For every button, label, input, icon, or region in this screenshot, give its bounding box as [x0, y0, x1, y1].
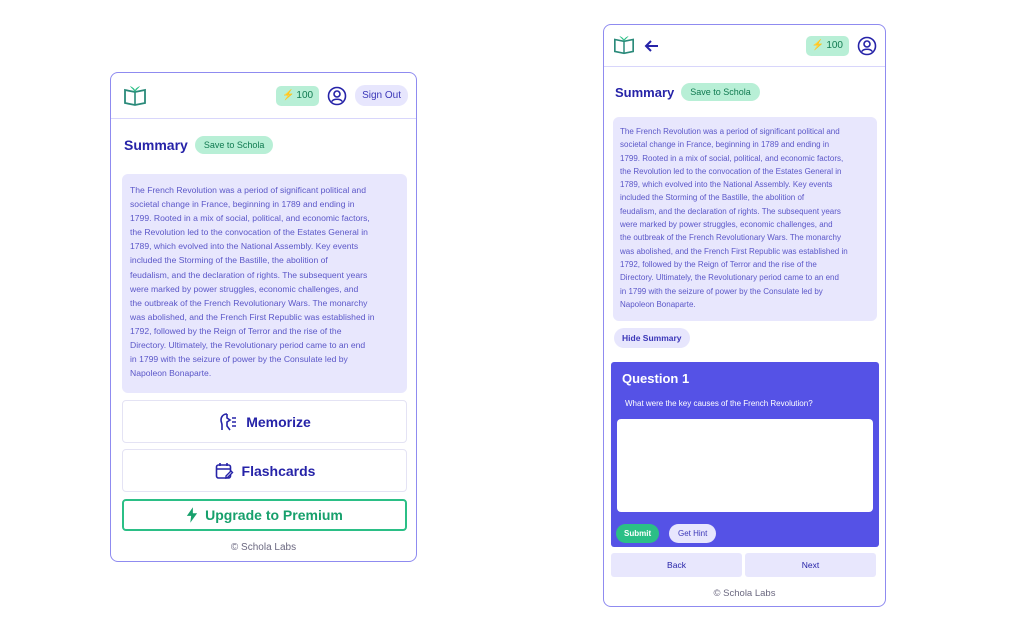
footer-copyright: © Schola Labs [713, 588, 776, 599]
summary-line: societal change in France, beginning in … [130, 199, 355, 210]
bolt-icon: ⚡ [811, 40, 825, 51]
next-button[interactable]: Next [745, 553, 876, 577]
submit-button[interactable]: Submit [616, 524, 660, 543]
summary-line: The French Revolution was a period of si… [130, 185, 366, 195]
back-button[interactable]: Back [611, 553, 742, 577]
summary-line: included the Storming of the Bastille, t… [620, 193, 805, 203]
summary-line: 1799. Rooted in a mix of social, politic… [130, 213, 370, 224]
question-text: What were the key causes of the French R… [625, 399, 813, 408]
summary-line: the Revolution led to the convocation of… [130, 227, 368, 238]
book-logo-icon [613, 34, 637, 58]
summary-text-box: The French Revolution was a period of si… [613, 117, 877, 321]
summary-line: 1789, which evolved into the National As… [620, 180, 833, 190]
flashcards-button[interactable]: Flashcards [122, 449, 407, 492]
credits-count: 100 [826, 40, 843, 51]
premium-label: Upgrade to Premium [205, 507, 343, 523]
credits-badge: ⚡ 100 [805, 35, 849, 56]
summary-line: feudalism, and the declaration of rights… [620, 206, 841, 216]
hide-summary-button[interactable]: Hide Summary [614, 328, 690, 348]
summary-line: The French Revolution was a period of si… [620, 127, 840, 136]
header: ⚡ 100 Sign Out [111, 73, 416, 119]
upgrade-premium-button[interactable]: Upgrade to Premium [122, 499, 407, 531]
summary-line: in 1799 with the seizure of power by the… [620, 286, 823, 296]
extension-panel-quiz: ⚡ 100 Summary Save to Schola The French … [603, 24, 886, 607]
get-hint-button[interactable]: Get Hint [669, 524, 717, 543]
summary-line: Napoleon Bonaparte. [130, 368, 212, 379]
summary-line: 1799. Rooted in a mix of social, politic… [620, 153, 844, 163]
summary-title: Summary [615, 84, 675, 100]
summary-line: the outbreak of the French Revolutionary… [620, 233, 841, 243]
user-icon[interactable] [857, 36, 877, 56]
summary-line: the outbreak of the French Revolutionary… [130, 297, 368, 308]
summary-line: in 1799 with the seizure of power by the… [130, 354, 348, 365]
flashcards-label: Flashcards [241, 462, 316, 479]
question-title: Question 1 [622, 371, 690, 386]
summary-line: was abolished, and the French First Repu… [620, 246, 848, 256]
save-to-schola-button[interactable]: Save to Schola [194, 136, 274, 154]
summary-line: was abolished, and the French First Repu… [130, 311, 375, 322]
bolt-icon: ⚡ [281, 90, 295, 101]
memorize-label: Memorize [246, 413, 311, 430]
answer-input[interactable] [617, 419, 873, 512]
credits-badge: ⚡ 100 [275, 85, 320, 106]
summary-line: 1792, followed by the Reign of Terror an… [130, 325, 342, 336]
summary-line: were marked by power struggles, economic… [130, 283, 359, 294]
summary-line: feudalism, and the declaration of rights… [130, 269, 368, 280]
user-icon[interactable] [327, 86, 347, 106]
summary-header: Summary Save to Schola [124, 136, 274, 154]
summary-line: societal change in France, beginning in … [620, 140, 830, 150]
summary-line: 1789, which evolved into the National As… [130, 241, 359, 252]
back-arrow-icon[interactable] [643, 37, 661, 55]
summary-line: Directory. Ultimately, the Revolutionary… [130, 340, 366, 351]
summary-title: Summary [124, 137, 188, 153]
summary-line: were marked by power struggles, economic… [620, 220, 833, 230]
extension-panel-main: ⚡ 100 Sign Out Summary Save to Schola Th… [110, 72, 417, 562]
sign-out-button[interactable]: Sign Out [355, 85, 408, 106]
summary-line: 1792, followed by the Reign of Terror an… [620, 259, 817, 269]
credits-count: 100 [296, 90, 314, 101]
summary-header: Summary Save to Schola [615, 83, 760, 101]
header: ⚡ 100 [604, 25, 885, 67]
save-to-schola-button[interactable]: Save to Schola [681, 83, 760, 101]
footer-copyright: © Schola Labs [230, 542, 297, 553]
summary-line: Directory. Ultimately, the Revolutionary… [620, 273, 839, 283]
book-logo-icon [123, 84, 147, 108]
question-card: Question 1 What were the key causes of t… [611, 362, 879, 547]
memorize-icon [220, 412, 237, 430]
summary-text-box: The French Revolution was a period of si… [122, 174, 407, 393]
bolt-icon [186, 507, 198, 523]
memorize-button[interactable]: Memorize [122, 400, 407, 443]
summary-line: the Revolution led to the convocation of… [620, 166, 842, 176]
flashcards-icon [215, 462, 234, 479]
summary-line: Napoleon Bonaparte. [620, 299, 696, 309]
summary-line: included the Storming of the Bastille, t… [130, 255, 328, 266]
